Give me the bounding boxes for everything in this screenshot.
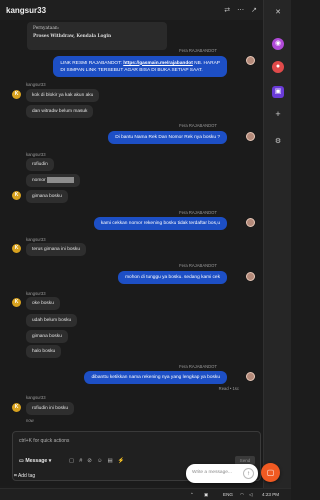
message-bubble-outgoing: dibanttu ketikkan nama rekening nya yang… <box>84 371 227 384</box>
agent-name: Fera RAJABANDOT <box>179 263 217 268</box>
widget-input-placeholder: Write a message... <box>192 470 232 475</box>
input-language[interactable]: ENG <box>223 492 233 497</box>
tray-app-icon[interactable]: ▣ <box>204 492 208 498</box>
system-card: Pernyataan: Proses Withdraw, Kendala Log… <box>27 22 167 50</box>
customer-name: kangsur33 <box>26 82 46 87</box>
customer-avatar: K <box>12 298 21 307</box>
customer-avatar: K <box>12 90 21 99</box>
message-input-placeholder: ctrl+K for quick actions <box>19 438 70 444</box>
app-window: kangsur33 ⇄ ⋯ ↗ ✕ ◉ ● ▣ + ⚙ Pernyataan: … <box>0 0 291 500</box>
message-bubble-incoming: rofiudin <box>26 158 54 171</box>
customer-avatar: K <box>12 403 21 412</box>
agent-avatar <box>246 132 255 141</box>
message-bubble-incoming: oke bosku <box>26 297 60 310</box>
read-status: Read • 1sc <box>218 386 239 391</box>
close-icon[interactable]: ✕ <box>272 7 284 19</box>
app-icon-purple[interactable]: ◉ <box>272 38 284 50</box>
attach-icon[interactable]: ⊘ <box>87 458 97 464</box>
chat-icon: ▢ <box>266 468 275 477</box>
message-bubble-outgoing: LINK RESMI RAJABANDOT: https://gasmain.m… <box>53 56 227 77</box>
customer-avatar: K <box>12 191 21 200</box>
translate-icon[interactable]: ⇄ <box>224 6 230 14</box>
message-bubble-incoming: gimana bosku <box>26 330 68 343</box>
message-bubble-outgoing: Di bantu Nama Rek Dan Nomor Rek nya bosk… <box>108 131 227 144</box>
message-time: now <box>26 418 34 423</box>
agent-avatar <box>246 218 255 227</box>
customer-name: kangsur33 <box>26 395 46 400</box>
message-bubble-incoming: dan witradw belum masuk <box>26 105 94 118</box>
chevron-down-icon: ▾ <box>47 458 52 464</box>
system-card-topic: Proses Withdraw, Kendala Login <box>33 34 112 39</box>
macro-icon[interactable]: ⚡ <box>118 458 130 464</box>
chat-widget-button[interactable]: ▢ <box>261 463 280 482</box>
message-bubble-incoming: terus gimana ini bosku <box>26 243 86 256</box>
message-bubble-incoming: nomor <box>26 174 80 187</box>
wifi-icon[interactable]: ◠ <box>240 492 244 498</box>
app-icon-red[interactable]: ● <box>272 61 284 73</box>
more-icon[interactable]: ⋯ <box>237 6 244 14</box>
customer-avatar: K <box>12 244 21 253</box>
external-link-icon[interactable]: ↗ <box>251 6 257 14</box>
customer-name: kangsur33 <box>26 152 46 157</box>
add-app-icon[interactable]: + <box>272 108 284 120</box>
conversation-title: kangsur33 <box>6 5 47 15</box>
message-bubble-outgoing: kami cekkan nomor rekening bosku tidak t… <box>93 217 227 230</box>
agent-avatar <box>246 272 255 281</box>
clock[interactable]: 4:23 PM <box>262 492 279 497</box>
system-card-label: Pernyataan: <box>33 26 60 31</box>
agent-name: Fera RAJABANDOT <box>179 48 217 53</box>
chat-history: Pernyataan: Proses Withdraw, Kendala Log… <box>0 20 263 428</box>
agent-avatar <box>246 372 255 381</box>
app-icon-violet[interactable]: ▣ <box>272 86 284 98</box>
emoji-icon[interactable]: ☺ <box>97 458 108 464</box>
message-bubble-incoming: gimana bosku <box>26 190 68 203</box>
message-link[interactable]: https://gasmain.me/rajabandot <box>123 61 193 66</box>
message-bubble-incoming: halo bosku <box>26 345 62 358</box>
message-mode-select[interactable]: ▭ Message ▾ <box>19 458 51 464</box>
volume-icon[interactable]: ◁ <box>249 492 253 498</box>
right-rail: ✕ ◉ ● ▣ + ⚙ <box>263 0 291 500</box>
send-arrow-icon[interactable]: ↑ <box>243 468 254 479</box>
composer-toolbar: ▢#⊘☺▤⚡ <box>69 458 130 464</box>
message-bubble-incoming: udah belum bosku <box>26 314 78 327</box>
gif-icon[interactable]: ▤ <box>108 458 118 464</box>
title-bar: kangsur33 ⇄ ⋯ ↗ <box>0 0 263 20</box>
customer-name: kangsur33 <box>26 237 46 242</box>
widget-message-input[interactable]: Write a message... ↑ <box>186 464 258 483</box>
gear-icon[interactable]: ⚙ <box>272 136 284 148</box>
message-bubble-incoming: kok di blokir ya kak akun aku <box>26 89 100 102</box>
redacted-number <box>46 176 74 183</box>
message-bubble-outgoing: mohon di tunggu ya bosku. sedang kami ce… <box>118 271 227 284</box>
agent-name: Fera RAJABANDOT <box>179 364 217 369</box>
tray-chevron-icon[interactable]: ⌃ <box>190 492 194 498</box>
note-icon[interactable]: ▢ <box>69 458 79 464</box>
agent-name: Fera RAJABANDOT <box>179 210 217 215</box>
taskbar: ⌃ ▣ ENG ◠ ◁ 4:23 PM <box>0 488 291 500</box>
agent-avatar <box>246 56 255 65</box>
add-tag-button[interactable]: ⌗ Add tag <box>14 473 35 479</box>
agent-name: Fera RAJABANDOT <box>179 123 217 128</box>
message-bubble-incoming: rofiudin ini bosku <box>26 402 74 415</box>
customer-name: kangsur33 <box>26 291 46 296</box>
